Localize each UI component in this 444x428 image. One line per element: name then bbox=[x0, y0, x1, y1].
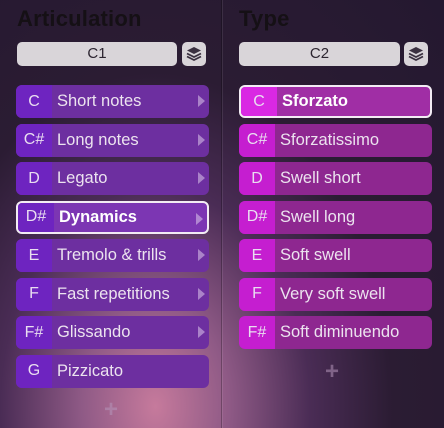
key-label: C bbox=[16, 85, 52, 118]
key-label: C# bbox=[16, 123, 52, 157]
layers-icon bbox=[186, 47, 202, 62]
item-label: Dynamics bbox=[59, 207, 137, 226]
articulation-item-long-notes[interactable]: C# Long notes bbox=[16, 123, 209, 157]
chevron-right-icon[interactable] bbox=[198, 172, 205, 184]
articulation-item-legato[interactable]: D Legato bbox=[16, 162, 209, 195]
item-label: Glissando bbox=[57, 323, 131, 341]
key-label: G bbox=[16, 354, 52, 388]
type-title: Type bbox=[239, 6, 290, 31]
item-label: Soft diminuendo bbox=[280, 323, 400, 341]
add-type-button[interactable]: + bbox=[325, 360, 339, 384]
articulation-layers-button[interactable] bbox=[182, 42, 206, 66]
type-trigger-field[interactable]: C2 bbox=[239, 42, 400, 66]
item-label: Sforzato bbox=[282, 92, 348, 110]
articulation-item-fast-repetitions[interactable]: F Fast repetitions bbox=[16, 277, 209, 311]
key-label: D# bbox=[18, 202, 54, 232]
chevron-right-icon[interactable] bbox=[198, 287, 205, 300]
add-articulation-button[interactable]: + bbox=[104, 398, 118, 422]
chevron-right-icon[interactable] bbox=[196, 212, 203, 225]
key-label: F bbox=[16, 277, 52, 311]
item-label: Long notes bbox=[57, 130, 139, 149]
articulation-panel: Articulation C1 C Short notes C# Long no… bbox=[0, 0, 222, 428]
item-label: Soft swell bbox=[280, 246, 351, 264]
key-label: D bbox=[16, 162, 52, 195]
item-label: Pizzicato bbox=[57, 361, 124, 380]
item-label: Fast repetitions bbox=[57, 284, 170, 303]
key-label: F# bbox=[16, 316, 52, 349]
layers-icon bbox=[408, 47, 424, 62]
item-label: Tremolo & trills bbox=[57, 246, 167, 264]
item-label: Short notes bbox=[57, 92, 142, 110]
key-label: E bbox=[239, 239, 275, 272]
key-label: D# bbox=[239, 200, 275, 234]
type-layers-button[interactable] bbox=[404, 42, 428, 66]
articulation-title: Articulation bbox=[17, 6, 142, 31]
chevron-right-icon[interactable] bbox=[198, 95, 205, 107]
key-label: F bbox=[239, 277, 275, 311]
chevron-right-icon[interactable] bbox=[198, 326, 205, 338]
key-label: E bbox=[16, 239, 52, 272]
type-item-very-soft-swell[interactable]: F Very soft swell bbox=[239, 277, 432, 311]
chevron-right-icon[interactable] bbox=[198, 249, 205, 261]
key-label: C bbox=[241, 87, 277, 116]
item-label: Swell long bbox=[280, 207, 356, 226]
type-item-sforzato[interactable]: C Sforzato bbox=[239, 85, 432, 118]
type-item-sforzatissimo[interactable]: C# Sforzatissimo bbox=[239, 123, 432, 157]
type-item-swell-long[interactable]: D# Swell long bbox=[239, 200, 432, 234]
type-panel: Type C2 C Sforzato C# Sforzatissimo D Sw… bbox=[222, 0, 444, 428]
item-label: Very soft swell bbox=[280, 284, 386, 303]
articulation-item-short-notes[interactable]: C Short notes bbox=[16, 85, 209, 118]
articulation-item-tremolo-trills[interactable]: E Tremolo & trills bbox=[16, 239, 209, 272]
articulation-trigger-field[interactable]: C1 bbox=[17, 42, 177, 66]
key-label: F# bbox=[239, 316, 275, 349]
type-list: C Sforzato C# Sforzatissimo D Swell shor… bbox=[239, 85, 432, 355]
type-item-swell-short[interactable]: D Swell short bbox=[239, 162, 432, 195]
articulation-list: C Short notes C# Long notes D Legato D# … bbox=[16, 85, 209, 393]
item-label: Sforzatissimo bbox=[280, 130, 380, 149]
type-item-soft-swell[interactable]: E Soft swell bbox=[239, 239, 432, 272]
type-item-soft-diminuendo[interactable]: F# Soft diminuendo bbox=[239, 316, 432, 349]
key-label: D bbox=[239, 162, 275, 195]
chevron-right-icon[interactable] bbox=[198, 133, 205, 146]
key-label: C# bbox=[239, 123, 275, 157]
item-label: Legato bbox=[57, 169, 108, 187]
articulation-item-pizzicato[interactable]: G Pizzicato bbox=[16, 354, 209, 388]
articulation-item-dynamics[interactable]: D# Dynamics bbox=[16, 200, 209, 234]
articulation-item-glissando[interactable]: F# Glissando bbox=[16, 316, 209, 349]
item-label: Swell short bbox=[280, 169, 361, 187]
